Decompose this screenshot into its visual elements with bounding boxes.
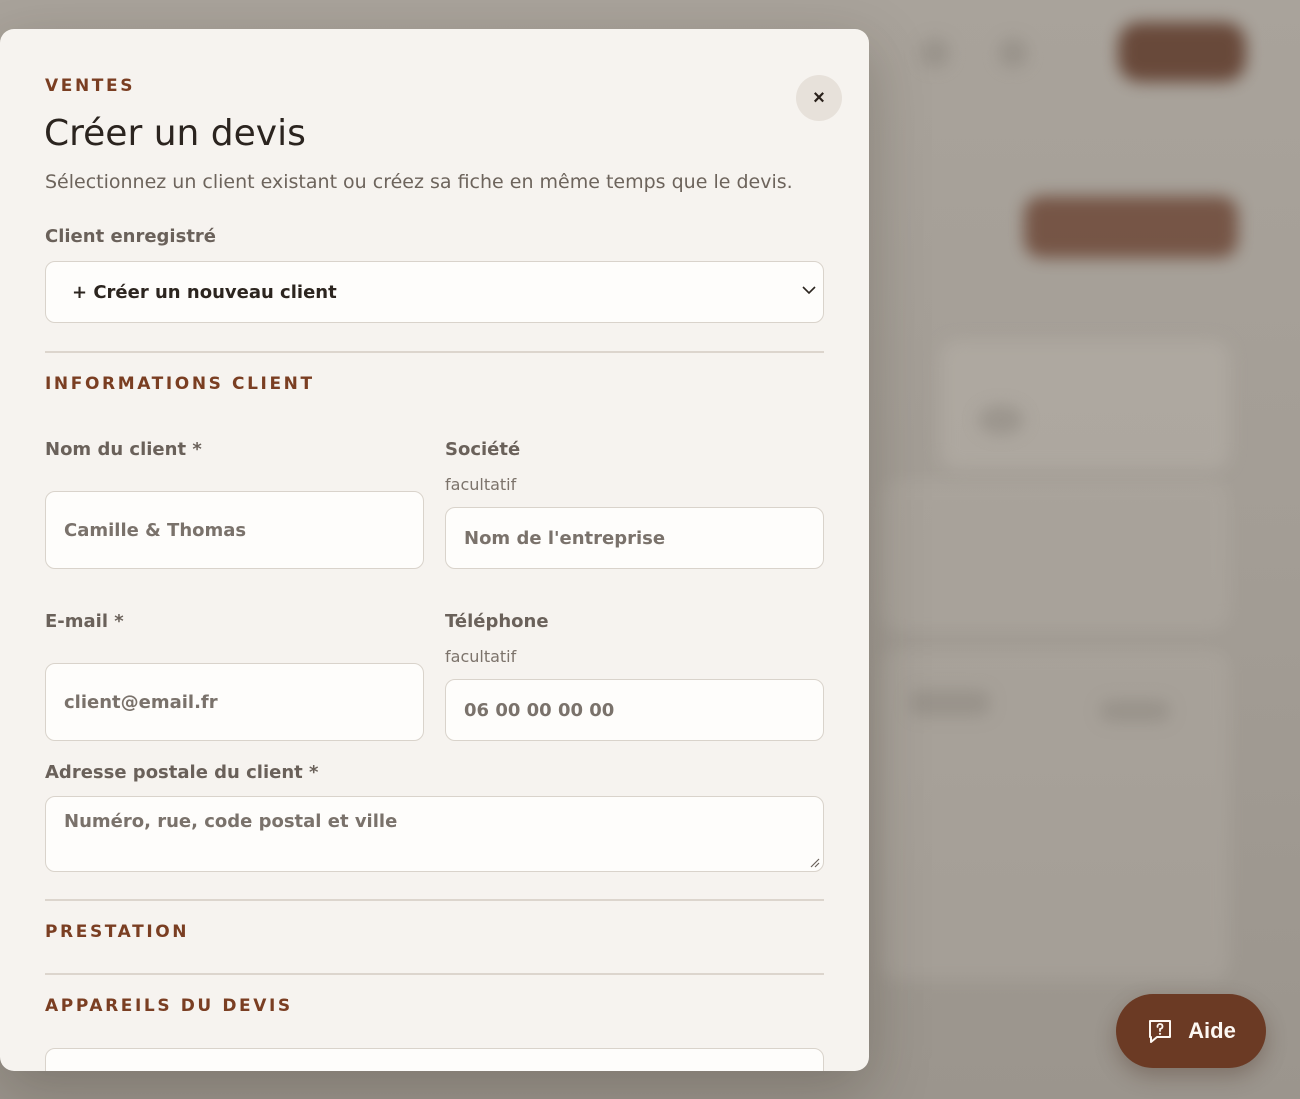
- client-name-label: Nom du client *: [45, 439, 202, 460]
- modal-subtitle: Sélectionnez un client existant ou créez…: [45, 171, 793, 193]
- close-button[interactable]: ×: [796, 75, 842, 121]
- company-input[interactable]: Nom de l'entreprise: [445, 507, 824, 569]
- background-card: [940, 340, 1230, 470]
- address-textarea[interactable]: Numéro, rue, code postal et ville: [45, 796, 824, 872]
- company-label: Société: [445, 439, 521, 460]
- client-name-input[interactable]: Camille & Thomas: [45, 491, 424, 569]
- background-label: [1100, 700, 1170, 722]
- email-input[interactable]: client@email.fr: [45, 663, 424, 741]
- resize-grip-icon[interactable]: [808, 856, 820, 868]
- phone-input[interactable]: 06 00 00 00 00: [445, 679, 824, 741]
- modal-title: Créer un devis: [44, 113, 306, 154]
- email-label: E-mail *: [45, 611, 124, 632]
- client-info-heading: INFORMATIONS CLIENT: [45, 374, 315, 394]
- client-select-label: Client enregistré: [45, 226, 217, 247]
- help-button[interactable]: Aide: [1116, 994, 1266, 1068]
- chevron-down-icon: [802, 286, 816, 295]
- client-name-value: Camille & Thomas: [64, 519, 247, 541]
- address-label: Adresse postale du client *: [45, 762, 319, 783]
- background-icon: [998, 38, 1028, 68]
- appareils-heading: APPAREILS DU DEVIS: [45, 996, 293, 1016]
- background-icon: [920, 38, 950, 68]
- email-placeholder: client@email.fr: [64, 691, 218, 713]
- help-chat-icon: [1149, 1020, 1172, 1043]
- client-select[interactable]: + Créer un nouveau client: [45, 261, 824, 323]
- phone-placeholder: 06 00 00 00 00: [464, 699, 615, 721]
- help-label: Aide: [1188, 1018, 1236, 1043]
- prestation-heading: PRESTATION: [45, 922, 190, 942]
- background-card: [880, 480, 1230, 630]
- divider: [45, 899, 824, 901]
- address-placeholder: Numéro, rue, code postal et ville: [64, 811, 398, 832]
- create-quote-modal: × VENTES Créer un devis Sélectionnez un …: [0, 29, 869, 1071]
- background-avatar: [978, 405, 1024, 435]
- phone-hint: facultatif: [445, 647, 517, 666]
- client-select-value: + Créer un nouveau client: [72, 281, 337, 303]
- background-primary-button: [1118, 22, 1246, 82]
- company-hint: facultatif: [445, 475, 517, 494]
- close-icon: ×: [813, 86, 825, 109]
- modal-eyebrow: VENTES: [45, 76, 136, 96]
- phone-label: Téléphone: [445, 611, 549, 632]
- background-action-button: [1024, 196, 1238, 258]
- divider: [45, 973, 824, 975]
- divider: [45, 351, 824, 353]
- company-placeholder: Nom de l'entreprise: [464, 527, 666, 549]
- background-label: [910, 690, 990, 716]
- appareils-field[interactable]: [45, 1048, 824, 1071]
